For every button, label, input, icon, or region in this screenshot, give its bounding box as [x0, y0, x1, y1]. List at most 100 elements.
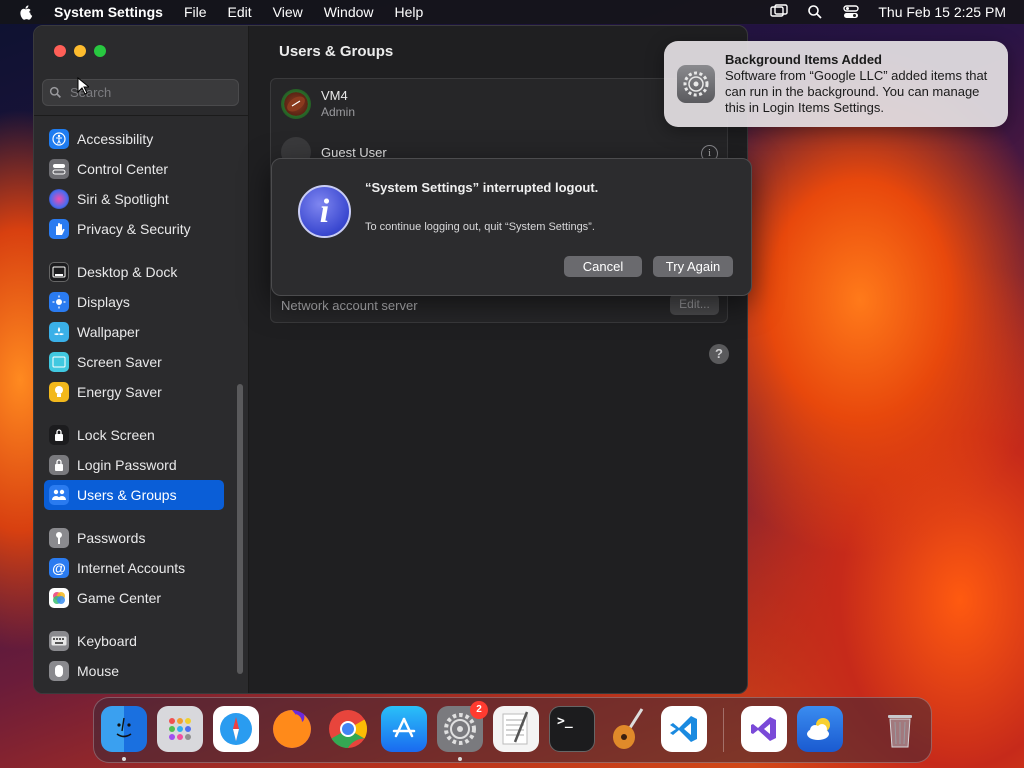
user-row-vm4[interactable]: VM4 Admin [281, 88, 355, 119]
hand-icon [49, 219, 69, 239]
sidebar-item-label: Desktop & Dock [77, 264, 178, 280]
chrome-icon[interactable] [325, 706, 371, 752]
sidebar: Accessibility Control Center Siri & Spot… [34, 26, 249, 693]
sidebar-item-label: Users & Groups [77, 487, 177, 503]
accessibility-icon [49, 129, 69, 149]
sidebar-item-label: Mouse [77, 663, 120, 679]
sidebar-item-label: Internet Accounts [77, 560, 186, 576]
sidebar-item-siri-spotlight[interactable]: Siri & Spotlight [44, 184, 224, 214]
page-title: Users & Groups [279, 43, 394, 60]
visual-studio-icon[interactable] [741, 706, 787, 752]
dock: 2 >_ [93, 697, 932, 763]
mouse-cursor-icon [77, 77, 89, 95]
login-password-icon [49, 455, 69, 475]
sidebar-item-label: Wallpaper [77, 324, 140, 340]
finder-icon[interactable] [101, 706, 147, 752]
sidebar-item-label: Passwords [77, 530, 146, 546]
at-sign-icon: @ [49, 558, 69, 578]
sidebar-item-accessibility[interactable]: Accessibility [44, 124, 224, 154]
sidebar-item-label: Control Center [77, 161, 169, 177]
sidebar-item-label: Displays [77, 294, 130, 310]
sidebar-list: Accessibility Control Center Siri & Spot… [44, 124, 224, 686]
sidebar-item-label: Privacy & Security [77, 221, 191, 237]
menu-help[interactable]: Help [395, 4, 424, 20]
football-avatar [281, 88, 311, 119]
control-center-icon [49, 159, 69, 179]
desktop-dock-icon [49, 262, 69, 282]
notification-banner[interactable]: Background Items Added Software from “Go… [664, 41, 1008, 127]
alert-message: To continue logging out, quit “System Se… [365, 221, 595, 233]
trash-icon[interactable] [877, 706, 923, 752]
sidebar-item-mouse[interactable]: Mouse [44, 656, 224, 686]
spotlight-search-icon[interactable] [806, 3, 824, 21]
sun-icon [49, 292, 69, 312]
user-role: Admin [321, 105, 356, 119]
game-center-icon [49, 588, 69, 608]
zoom-button[interactable] [94, 45, 106, 57]
terminal-icon[interactable]: >_ [549, 706, 595, 752]
key-icon [49, 528, 69, 548]
user-name: VM4 [321, 88, 348, 103]
sidebar-item-label: Accessibility [77, 131, 154, 147]
apple-icon[interactable] [18, 4, 34, 20]
search-input[interactable] [70, 85, 230, 100]
settings-running-indicator [458, 757, 462, 761]
menu-view[interactable]: View [273, 4, 303, 20]
safari-icon[interactable] [213, 706, 259, 752]
launchpad-icon[interactable] [157, 706, 203, 752]
sidebar-item-control-center[interactable]: Control Center [44, 154, 224, 184]
sidebar-divider [34, 115, 249, 116]
firefox-icon[interactable] [269, 706, 315, 752]
finder-running-indicator [122, 757, 126, 761]
sidebar-item-login-password[interactable]: Login Password [44, 450, 224, 480]
sidebar-item-lock-screen[interactable]: Lock Screen [44, 420, 224, 450]
sidebar-item-passwords[interactable]: Passwords [44, 523, 224, 553]
edit-button[interactable]: Edit... [670, 294, 719, 315]
sidebar-item-game-center[interactable]: Game Center [44, 583, 224, 613]
logout-alert-dialog: i “System Settings” interrupted logout. … [271, 158, 752, 296]
wallpaper-icon [49, 322, 69, 342]
try-again-button[interactable]: Try Again [653, 256, 733, 277]
app-store-icon[interactable] [381, 706, 427, 752]
sidebar-item-wallpaper[interactable]: Wallpaper [44, 317, 224, 347]
sidebar-item-energy-saver[interactable]: Energy Saver [44, 377, 224, 407]
keyboard-icon [49, 631, 69, 651]
gear-icon [677, 65, 715, 103]
notification-title: Background Items Added [725, 52, 882, 67]
mouse-icon [49, 661, 69, 681]
notification-badge: 2 [470, 701, 488, 719]
sidebar-item-privacy-security[interactable]: Privacy & Security [44, 214, 224, 244]
sidebar-item-displays[interactable]: Displays [44, 287, 224, 317]
minimize-button[interactable] [74, 45, 86, 57]
sidebar-scrollbar[interactable] [237, 384, 243, 674]
sidebar-item-screen-saver[interactable]: Screen Saver [44, 347, 224, 377]
menu-clock[interactable]: Thu Feb 15 2:25 PM [878, 4, 1006, 20]
search-icon [49, 86, 61, 98]
menu-bar: System Settings File Edit View Window He… [0, 0, 1024, 24]
menu-app-name[interactable]: System Settings [54, 4, 163, 20]
system-settings-dock-icon[interactable]: 2 [437, 701, 488, 752]
control-center-icon[interactable] [842, 3, 860, 21]
textedit-icon[interactable] [493, 706, 539, 752]
screen-mirroring-icon[interactable] [770, 3, 789, 21]
search-field[interactable] [42, 79, 239, 106]
siri-icon [49, 189, 69, 209]
sidebar-item-desktop-dock[interactable]: Desktop & Dock [44, 257, 224, 287]
info-icon: i [298, 185, 351, 238]
garageband-icon[interactable] [605, 706, 651, 752]
sidebar-item-internet-accounts[interactable]: @ Internet Accounts [44, 553, 224, 583]
alert-title: “System Settings” interrupted logout. [365, 180, 599, 195]
menu-edit[interactable]: Edit [228, 4, 252, 20]
close-button[interactable] [54, 45, 66, 57]
menu-file[interactable]: File [184, 4, 207, 20]
help-button[interactable]: ? [709, 344, 729, 364]
sidebar-item-label: Keyboard [77, 633, 137, 649]
users-icon [49, 485, 69, 505]
weather-icon[interactable] [797, 706, 843, 752]
vscode-icon[interactable] [661, 706, 707, 752]
cancel-button[interactable]: Cancel [564, 256, 642, 277]
sidebar-item-keyboard[interactable]: Keyboard [44, 626, 224, 656]
sidebar-item-users-groups[interactable]: Users & Groups [44, 480, 224, 510]
sidebar-item-label: Lock Screen [77, 427, 155, 443]
menu-window[interactable]: Window [324, 4, 374, 20]
